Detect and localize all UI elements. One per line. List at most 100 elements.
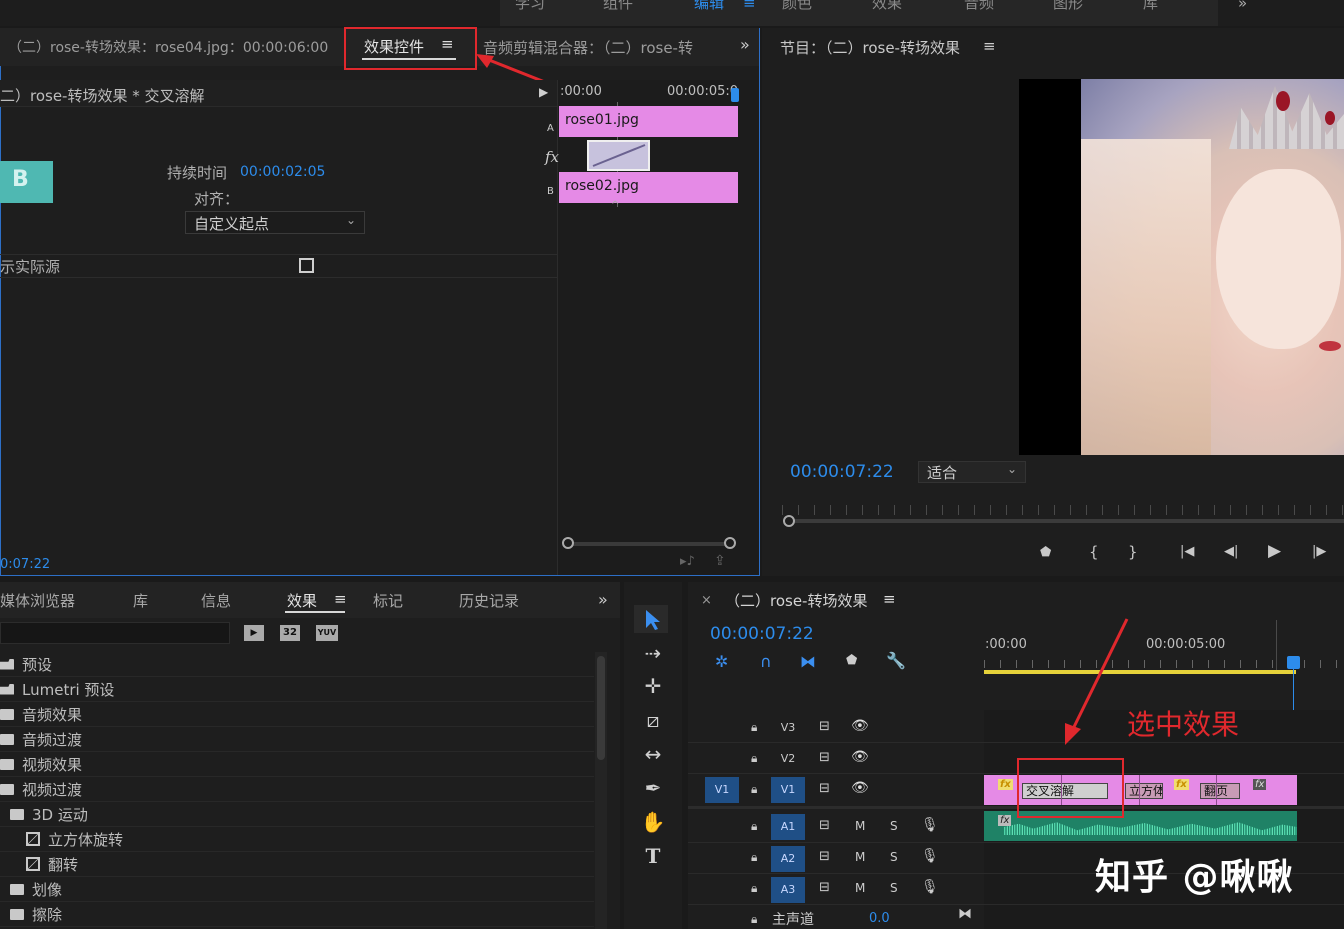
workspace-menu-icon[interactable]: ≡ — [743, 0, 756, 12]
snap-icon[interactable]: ∩ — [760, 652, 772, 671]
workspace-tab-editing[interactable]: 编辑 — [694, 0, 724, 13]
mute-button[interactable]: M — [855, 850, 865, 864]
microphone-icon[interactable]: 🎙︎ — [921, 879, 939, 895]
effects-tree-item[interactable]: 视频过渡 — [0, 777, 594, 802]
effects-tree-item[interactable]: Lumetri 预设 — [0, 677, 594, 702]
mute-button[interactable]: M — [855, 881, 865, 895]
lock-icon[interactable]: 🔒︎ — [751, 720, 757, 735]
program-scrub-handle[interactable] — [783, 515, 795, 527]
solo-button[interactable]: S — [890, 881, 898, 895]
sync-lock-icon[interactable]: ⊟ — [819, 750, 830, 765]
solo-button[interactable]: S — [890, 819, 898, 833]
sync-lock-icon[interactable]: ⊟ — [819, 781, 830, 796]
show-actual-source-checkbox[interactable] — [299, 258, 314, 273]
sync-lock-icon[interactable]: ⊟ — [819, 719, 830, 734]
lock-icon[interactable]: 🔒︎ — [751, 819, 757, 834]
32bit-effects-icon[interactable]: 32 — [280, 625, 300, 641]
zoom-dropdown[interactable]: 适合 ⌄ — [918, 461, 1026, 483]
sync-lock-icon[interactable]: ⊟ — [819, 880, 830, 895]
mute-button[interactable]: M — [855, 819, 865, 833]
linked-selection-icon[interactable]: ⧓ — [800, 652, 816, 671]
mini-clip-b[interactable]: rose02.jpg — [559, 172, 738, 203]
nest-icon[interactable]: ✲ — [715, 652, 728, 671]
go-to-in-icon[interactable]: |◀ — [1180, 544, 1194, 559]
microphone-icon[interactable]: 🎙︎ — [921, 817, 939, 833]
effects-tree-item[interactable]: 预设 — [0, 652, 594, 677]
track-a2-label[interactable]: A2 — [771, 846, 805, 872]
export-icon[interactable]: ⇪ — [714, 553, 726, 569]
workspace-tab-assembly[interactable]: 组件 — [603, 0, 633, 13]
mark-out-icon[interactable]: } — [1128, 543, 1138, 561]
tab-effects[interactable]: 效果 — [287, 590, 317, 611]
cube-spin-transition[interactable]: 立方体 — [1125, 783, 1163, 799]
track-select-icon[interactable]: ⇢ — [640, 640, 666, 666]
workspace-tab-library[interactable]: 库 — [1143, 0, 1158, 13]
effects-scrollbar[interactable] — [595, 652, 607, 929]
go-to-end-icon[interactable]: ⧓ — [958, 906, 972, 922]
lock-icon[interactable]: 🔒︎ — [751, 850, 757, 865]
marker-icon[interactable]: ⬟ — [1040, 545, 1051, 560]
source-timecode[interactable]: 0:07:22 — [0, 557, 50, 572]
effects-tree-item[interactable]: 立方体旋转 — [0, 827, 594, 852]
effects-tree-item[interactable]: 音频过渡 — [0, 727, 594, 752]
sync-lock-icon[interactable]: ⊟ — [819, 849, 830, 864]
eye-icon[interactable]: 👁︎ — [851, 780, 869, 796]
workspace-tab-audio[interactable]: 音频 — [964, 0, 994, 13]
track-v3-label[interactable]: V3 — [771, 715, 805, 741]
sync-lock-icon[interactable]: ⊟ — [819, 818, 830, 833]
slip-icon[interactable]: ↔ — [640, 741, 666, 767]
lock-icon[interactable]: 🔒︎ — [751, 782, 757, 797]
mini-clip-a[interactable]: rose01.jpg — [559, 106, 738, 137]
track-a3-label[interactable]: A3 — [771, 877, 805, 903]
effects-tree-item[interactable]: 音频效果 — [0, 702, 594, 727]
workspace-tab-effects[interactable]: 效果 — [872, 0, 902, 13]
workspace-tab-learn[interactable]: 学习 — [515, 0, 545, 13]
program-menu-icon[interactable]: ≡ — [983, 37, 996, 55]
effects-overflow-icon[interactable]: » — [598, 590, 608, 609]
hand-icon[interactable]: ✋ — [640, 809, 666, 835]
tab-libraries[interactable]: 库 — [133, 590, 148, 611]
page-turn-transition[interactable]: 翻页 — [1200, 783, 1240, 799]
tab-history[interactable]: 历史记录 — [459, 590, 519, 611]
program-timecode[interactable]: 00:00:07:22 — [790, 462, 894, 482]
timeline-timecode[interactable]: 00:00:07:22 — [710, 624, 814, 644]
tab-info[interactable]: 信息 — [201, 590, 231, 611]
effects-tree-item[interactable]: 视频效果 — [0, 752, 594, 777]
timeline-close-icon[interactable]: × — [701, 593, 712, 608]
effects-tree-item[interactable]: 翻转 — [0, 852, 594, 877]
lock-icon[interactable]: 🔒︎ — [751, 751, 757, 766]
yuv-effects-icon[interactable]: YUV — [316, 625, 338, 641]
add-marker-icon[interactable]: ⬟ — [846, 653, 857, 668]
step-forward-icon[interactable]: |▶ — [1312, 544, 1326, 559]
wrench-icon[interactable]: 🔧 — [886, 651, 906, 670]
step-back-icon[interactable]: ◀| — [1224, 544, 1238, 559]
work-area-bar[interactable] — [984, 670, 1296, 674]
track-v1-label[interactable]: V1 — [771, 777, 805, 803]
workspace-tab-color[interactable]: 颜色 — [782, 0, 812, 13]
mini-playhead-marker[interactable] — [731, 88, 739, 102]
workspace-tab-graphics[interactable]: 图形 — [1053, 0, 1083, 13]
effects-tree-item[interactable]: 擦除 — [0, 902, 594, 927]
selection-tool-icon[interactable] — [634, 605, 668, 633]
source-patch-v1[interactable]: V1 — [705, 777, 739, 803]
mini-scroll-handle-right[interactable] — [724, 537, 736, 549]
mini-scrollbar[interactable] — [563, 542, 735, 546]
panel-overflow-icon[interactable]: » — [740, 35, 750, 54]
master-volume-value[interactable]: 0.0 — [869, 911, 890, 926]
duration-value[interactable]: 00:00:02:05 — [240, 164, 325, 180]
mini-scroll-handle-left[interactable] — [562, 537, 574, 549]
mini-transition-block[interactable] — [587, 140, 650, 171]
accelerated-effects-icon[interactable]: ▶ — [244, 625, 264, 641]
effects-menu-icon[interactable]: ≡ — [334, 590, 347, 608]
ripple-edit-icon[interactable]: ✛ — [640, 673, 666, 699]
track-a1-label[interactable]: A1 — [771, 814, 805, 840]
tab-source-clip[interactable]: （二）rose-转场效果：rose04.jpg：00:00:06:00 — [8, 37, 328, 57]
effects-search-input[interactable] — [0, 622, 230, 644]
microphone-icon[interactable]: 🎙︎ — [921, 848, 939, 864]
pen-icon[interactable]: ✒ — [640, 775, 666, 801]
eye-icon[interactable]: 👁︎ — [851, 718, 869, 734]
timeline-menu-icon[interactable]: ≡ — [883, 590, 896, 608]
play-icon[interactable]: ▶ — [1268, 541, 1281, 561]
tab-media-browser[interactable]: 媒体浏览器 — [0, 590, 75, 611]
workspace-overflow-icon[interactable]: » — [1238, 0, 1247, 12]
